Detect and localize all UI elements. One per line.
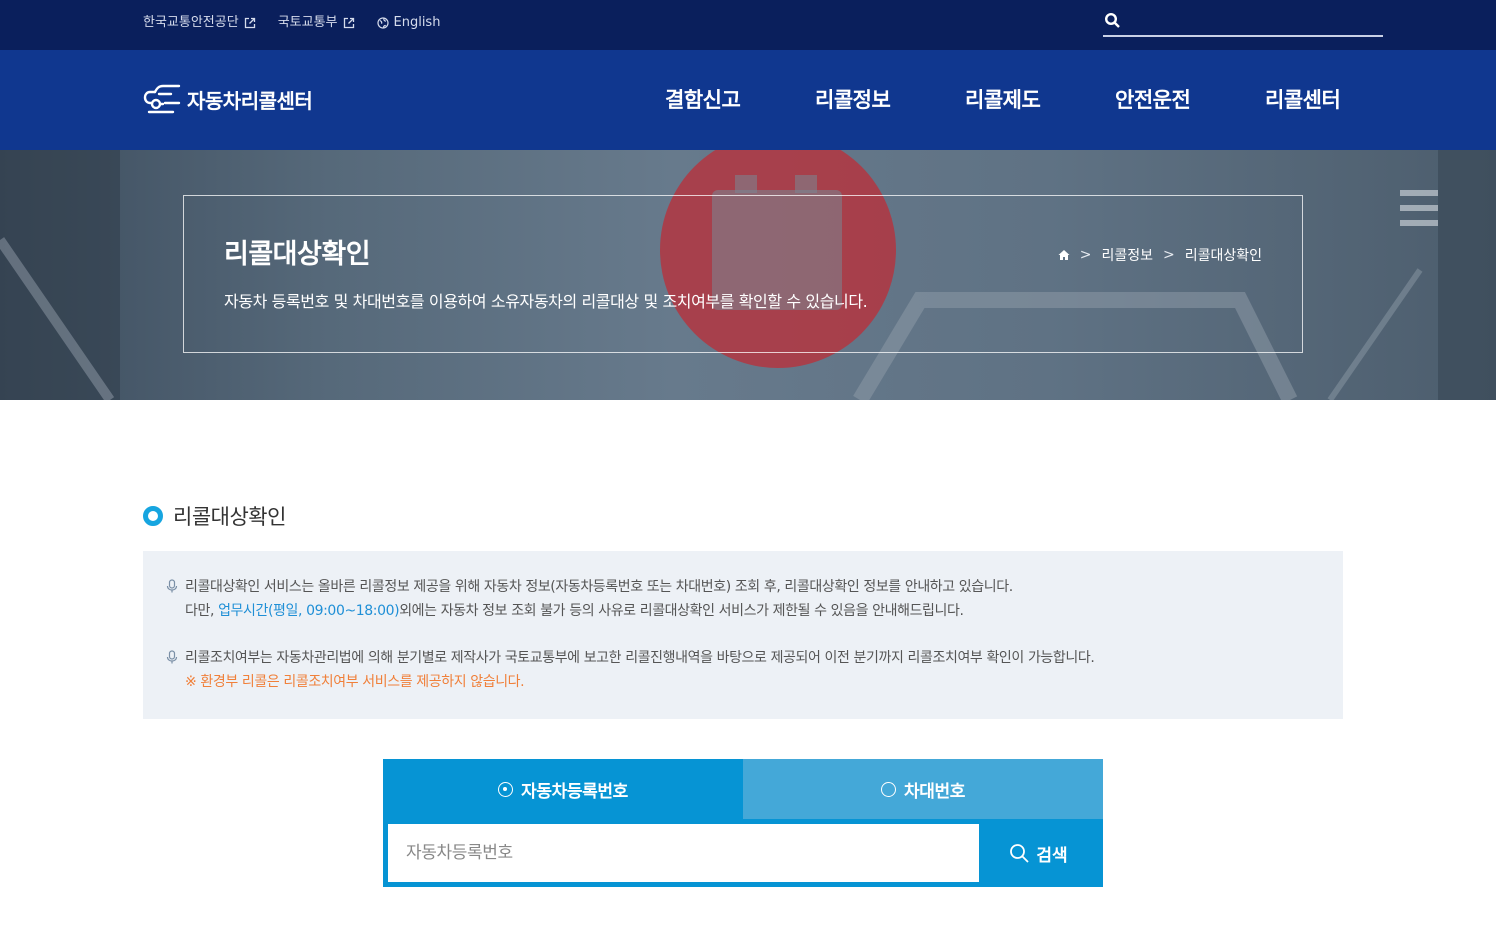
hero-banner: 리콜대상확인 자동차 등록번호 및 차대번호를 이용하여 소유자동차의 리콜대상… [0,150,1496,400]
section-title: 리콜대상확인 [173,505,286,529]
utility-links: 한국교통안전공단 국토교통부 English [143,13,440,33]
tab-registration-number-label: 자동차등록번호 [521,781,628,802]
info-notice-box: 리콜대상확인 서비스는 올바른 리콜정보 제공을 위해 자동차 정보(자동차등록… [143,551,1343,719]
notice-1-line-2-prefix: 다만, [185,603,219,619]
recall-search-box: 검색 [383,819,1103,887]
link-english-label: English [393,15,441,30]
top-search [1103,8,1383,37]
notice-1-line-1: 리콜대상확인 서비스는 올바른 리콜정보 제공을 위해 자동차 정보(자동차등록… [185,579,1013,595]
tab-registration-number[interactable]: 자동차등록번호 [383,759,743,819]
microphone-icon [166,579,178,593]
external-link-icon [343,17,354,29]
notice-paragraph-1: 리콜대상확인 서비스는 올바른 리콜정보 제공을 위해 자동차 정보(자동차등록… [165,575,1013,623]
link-english[interactable]: English [376,13,441,33]
menu-recall-center[interactable]: 리콜센터 [1265,84,1415,114]
chevron-right-icon: > [1162,247,1175,263]
link-kotsa[interactable]: 한국교통안전공단 [143,13,256,33]
link-kotsa-label: 한국교통안전공단 [143,15,239,30]
microphone-icon [166,650,178,664]
external-link-icon [244,17,255,29]
site-logo[interactable]: 자동차리콜센터 [143,82,313,116]
link-molit-label: 국토교통부 [277,15,338,30]
registration-number-input[interactable] [388,824,979,882]
menu-safe-driving[interactable]: 안전운전 [1115,84,1265,114]
notice-2-line-1: 리콜조치여부는 자동차관리법에 의해 분기별로 제작사가 국토교통부에 보고한 … [185,650,1095,666]
tab-vin[interactable]: 차대번호 [743,759,1103,819]
tab-vin-label: 차대번호 [904,781,965,802]
search-button[interactable]: 검색 [979,824,1098,882]
car-logo-icon [143,84,181,114]
main-navigation: 자동차리콜센터 결함신고 리콜정보 리콜제도 안전운전 리콜센터 [0,50,1496,150]
search-icon[interactable] [1104,12,1121,29]
menu-recall-info[interactable]: 리콜정보 [815,84,965,114]
main-menu: 결함신고 리콜정보 리콜제도 안전운전 리콜센터 [665,84,1415,114]
search-icon [1010,843,1029,863]
top-utility-bar: 한국교통안전공단 국토교통부 English [0,0,1496,50]
business-hours-highlight: 업무시간(평일, 09:00~18:00) [218,603,400,619]
breadcrumb: > 리콜정보 > 리콜대상확인 [1058,245,1262,265]
chevron-right-icon: > [1079,247,1092,263]
breadcrumb-recall-info[interactable]: 리콜정보 [1101,245,1153,265]
notice-1-line-2: 다만, 업무시간(평일, 09:00~18:00)외에는 자동차 정보 조회 불… [165,599,1013,623]
notice-1-line-2-suffix: 외에는 자동차 정보 조회 불가 등의 사유로 리콜대상확인 서비스가 제한될 … [399,603,964,619]
environment-recall-warning: ※ 환경부 리콜은 리콜조치여부 서비스를 제공하지 않습니다. [185,674,525,690]
radio-selected-icon[interactable] [498,781,514,797]
section-heading: 리콜대상확인 [143,501,286,531]
page-title: 리콜대상확인 [224,239,371,270]
link-molit[interactable]: 국토교통부 [278,13,355,33]
page-description: 자동차 등록번호 및 차대번호를 이용하여 소유자동차의 리콜대상 및 조치여부… [224,292,868,311]
section-bullet-icon [143,506,163,526]
home-icon[interactable] [1058,249,1070,261]
globe-icon [376,17,389,29]
breadcrumb-current: 리콜대상확인 [1184,248,1262,264]
notice-paragraph-2: 리콜조치여부는 자동차관리법에 의해 분기별로 제작사가 국토교통부에 보고한 … [165,646,1095,694]
radio-unselected-icon[interactable] [881,781,897,797]
search-type-tabs: 자동차등록번호 차대번호 [383,759,1103,819]
search-button-label: 검색 [1036,845,1068,866]
menu-defect-report[interactable]: 결함신고 [665,84,815,114]
menu-recall-system[interactable]: 리콜제도 [965,84,1115,114]
top-search-input[interactable] [1129,10,1379,32]
hero-panel: 리콜대상확인 자동차 등록번호 및 차대번호를 이용하여 소유자동차의 리콜대상… [183,195,1303,353]
logo-text: 자동차리콜센터 [187,88,313,113]
